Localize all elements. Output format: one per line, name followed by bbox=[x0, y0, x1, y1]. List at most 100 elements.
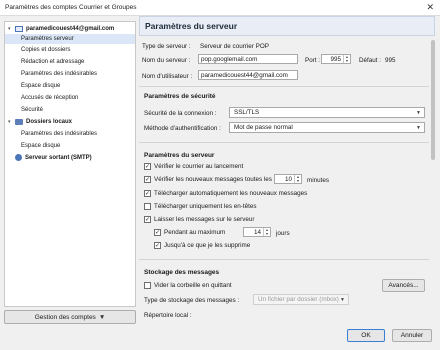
window-title: Paramètres des comptes Courrier et Group… bbox=[5, 4, 137, 11]
ok-button[interactable]: OK bbox=[347, 329, 385, 342]
headers-only-label: Télécharger uniquement les en-têtes bbox=[154, 203, 257, 210]
empty-trash-label: Vider la corbeille en quittant bbox=[154, 282, 232, 289]
until-deleted-checkbox[interactable]: ✓ Jusqu'à ce que je les supprime bbox=[154, 242, 250, 249]
port-stepper[interactable]: 995 ▲ ▼ bbox=[321, 54, 351, 64]
max-days-stepper[interactable]: 14 ▲ ▼ bbox=[243, 227, 271, 237]
tree-item-label: Copies et dossiers bbox=[21, 46, 71, 53]
username-label: Nom d'utilisateur : bbox=[142, 73, 193, 80]
scrollbar[interactable] bbox=[430, 36, 436, 324]
storage-type-select: Un fichier par dossier (mbox) ▼ bbox=[253, 294, 349, 305]
auth-method-select[interactable]: Mot de passe normal ▼ bbox=[229, 122, 425, 133]
checkbox-unchecked-icon[interactable] bbox=[144, 282, 151, 289]
divider bbox=[139, 86, 429, 87]
tree-item-disk-space[interactable]: Espace disque bbox=[5, 81, 135, 91]
page-title-text: Paramètres du serveur bbox=[145, 21, 238, 31]
chevron-down-icon: ▼ bbox=[416, 124, 421, 131]
tree-smtp[interactable]: Serveur sortant (SMTP) bbox=[5, 153, 135, 163]
check-every-checkbox[interactable]: ✓ Vérifier les nouveaux messages toutes … bbox=[144, 176, 272, 183]
collapse-icon[interactable]: ▾ bbox=[8, 119, 14, 125]
checkbox-checked-icon[interactable]: ✓ bbox=[144, 163, 151, 170]
storage-section-title: Stockage des messages bbox=[144, 269, 220, 276]
tree-item-label: Espace disque bbox=[21, 82, 61, 89]
auto-download-checkbox[interactable]: ✓ Télécharger automatiquement les nouvea… bbox=[144, 190, 307, 197]
leave-on-server-label: Laisser les messages sur le serveur bbox=[154, 216, 255, 223]
storage-type-label: Type de stockage des messages : bbox=[144, 297, 240, 304]
max-days-checkbox[interactable]: ✓ Pendant au maximum bbox=[154, 229, 225, 236]
tree-item-label: Accusés de réception bbox=[21, 94, 79, 101]
checkbox-checked-icon[interactable]: ✓ bbox=[144, 176, 151, 183]
tree-item-local-junk[interactable]: Paramètres des indésirables bbox=[5, 129, 135, 139]
connection-security-value: SSL/TLS bbox=[234, 109, 260, 116]
tree-item-label: Dossiers locaux bbox=[26, 118, 73, 125]
server-name-label: Nom du serveur : bbox=[142, 57, 191, 64]
main-panel: Paramètres du serveur Type de serveur : … bbox=[139, 16, 435, 324]
leave-on-server-checkbox[interactable]: ✓ Laisser les messages sur le serveur bbox=[144, 216, 254, 223]
tree-item-label: Rédaction et adressage bbox=[21, 58, 85, 65]
server-settings-section-title: Paramètres du serveur bbox=[144, 152, 215, 159]
spinner-arrows-icon[interactable]: ▲ ▼ bbox=[294, 175, 301, 183]
smtp-icon bbox=[15, 154, 22, 162]
tree-item-label: paramedicouest44@gmail.com bbox=[26, 25, 115, 32]
tree-item-label: Paramètres serveur bbox=[21, 35, 74, 42]
local-directory-label: Répertoire local : bbox=[144, 312, 192, 319]
connection-security-select[interactable]: SSL/TLS ▼ bbox=[229, 107, 425, 118]
security-section-title: Paramètres de sécurité bbox=[144, 93, 216, 100]
chevron-down-icon: ▼ bbox=[98, 313, 106, 321]
check-at-startup-checkbox[interactable]: ✓ Vérifier le courrier au lancement bbox=[144, 163, 243, 170]
connection-security-label: Sécurité de la connexion : bbox=[144, 110, 217, 117]
cancel-button[interactable]: Annuler bbox=[392, 329, 432, 342]
max-days-label: Pendant au maximum bbox=[164, 229, 226, 236]
advanced-button-label: Avancés... bbox=[388, 282, 419, 289]
tree-item-local-disk[interactable]: Espace disque bbox=[5, 141, 135, 151]
account-tree: ▾ paramedicouest44@gmail.com Paramètres … bbox=[4, 21, 136, 307]
port-value: 995 bbox=[330, 55, 341, 63]
ok-button-label: OK bbox=[361, 332, 371, 339]
check-interval-stepper[interactable]: 10 ▲ ▼ bbox=[274, 174, 302, 184]
envelope-icon bbox=[15, 25, 23, 32]
auth-method-value: Mot de passe normal bbox=[234, 124, 293, 131]
manage-accounts-label: Gestion des comptes bbox=[34, 313, 96, 321]
collapse-icon[interactable]: ▾ bbox=[8, 26, 14, 32]
scrollbar-thumb[interactable] bbox=[431, 40, 435, 160]
until-deleted-label: Jusqu'à ce que je les supprime bbox=[164, 242, 251, 249]
tree-item-composition[interactable]: Rédaction et adressage bbox=[5, 57, 135, 67]
max-days-value: 14 bbox=[253, 228, 261, 236]
auth-method-label: Méthode d'authentification : bbox=[144, 125, 221, 132]
manage-accounts-button[interactable]: Gestion des comptes ▼ bbox=[4, 310, 136, 324]
tree-item-server-settings[interactable]: Paramètres serveur bbox=[5, 34, 135, 44]
tree-item-receipts[interactable]: Accusés de réception bbox=[5, 93, 135, 103]
checkbox-checked-icon[interactable]: ✓ bbox=[144, 216, 151, 223]
tree-local-folders[interactable]: ▾ Dossiers locaux bbox=[5, 117, 135, 127]
tree-item-security[interactable]: Sécurité bbox=[5, 105, 135, 115]
cancel-button-label: Annuler bbox=[400, 332, 424, 339]
window-titlebar: Paramètres des comptes Courrier et Group… bbox=[0, 0, 440, 16]
checkbox-checked-icon[interactable]: ✓ bbox=[154, 242, 161, 249]
folder-icon bbox=[15, 118, 23, 125]
default-label: Défaut : bbox=[359, 57, 382, 64]
minutes-label: minutes bbox=[307, 177, 330, 184]
checkbox-checked-icon[interactable]: ✓ bbox=[154, 229, 161, 236]
headers-only-checkbox[interactable]: Télécharger uniquement les en-têtes bbox=[144, 203, 257, 210]
check-every-label: Vérifier les nouveaux messages toutes le… bbox=[154, 176, 272, 183]
tree-item-label: Serveur sortant (SMTP) bbox=[25, 154, 92, 161]
storage-type-value: Un fichier par dossier (mbox) bbox=[258, 296, 339, 303]
spinner-arrows-icon[interactable]: ▲ ▼ bbox=[263, 228, 270, 236]
tree-item-copies-folders[interactable]: Copies et dossiers bbox=[5, 45, 135, 55]
chevron-down-icon: ▼ bbox=[340, 296, 345, 303]
default-value: 995 bbox=[385, 57, 396, 64]
divider bbox=[139, 259, 429, 260]
close-icon[interactable]: ✕ bbox=[426, 2, 434, 13]
checkbox-unchecked-icon[interactable] bbox=[144, 203, 151, 210]
checkbox-checked-icon[interactable]: ✓ bbox=[144, 190, 151, 197]
username-input[interactable]: paramedicouest44@gmail.com bbox=[198, 70, 298, 80]
check-interval-value: 10 bbox=[284, 175, 292, 183]
tree-item-junk[interactable]: Paramètres des indésirables bbox=[5, 69, 135, 79]
auto-download-label: Télécharger automatiquement les nouveaux… bbox=[154, 190, 308, 197]
server-name-input[interactable]: pop.googlemail.com bbox=[198, 54, 298, 64]
chevron-down-icon: ▼ bbox=[416, 109, 421, 116]
advanced-button[interactable]: Avancés... bbox=[382, 279, 425, 292]
server-type-value: Serveur de courrier POP bbox=[200, 43, 269, 50]
empty-trash-checkbox[interactable]: Vider la corbeille en quittant bbox=[144, 282, 232, 289]
tree-account-gmail[interactable]: ▾ paramedicouest44@gmail.com bbox=[5, 24, 135, 34]
spinner-arrows-icon[interactable]: ▲ ▼ bbox=[343, 55, 350, 63]
